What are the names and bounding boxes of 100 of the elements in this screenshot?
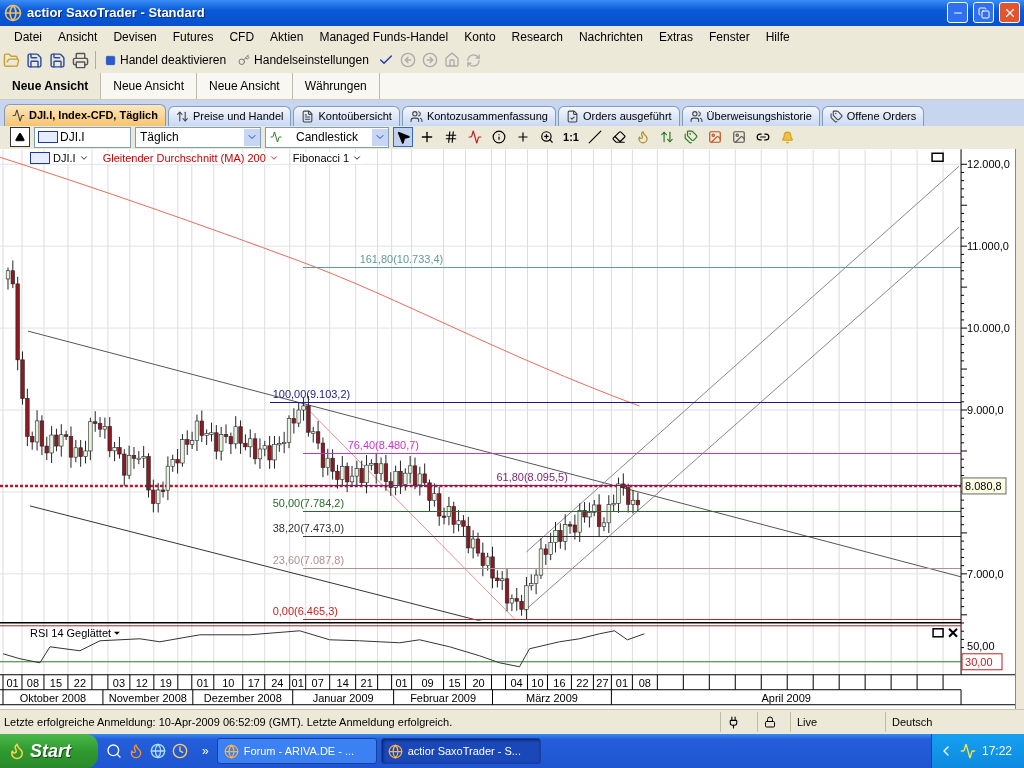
wave-icon [12, 108, 25, 122]
date-label: 16 [553, 677, 566, 690]
pointer-tool[interactable] [393, 127, 413, 148]
axis-label: 9.000,0 [967, 404, 1004, 417]
date-label: 01 [6, 677, 19, 690]
menu-item[interactable]: Research [503, 29, 571, 44]
start-button[interactable]: Start [0, 734, 98, 768]
close-icon[interactable] [948, 628, 959, 639]
tray-icon[interactable] [959, 743, 976, 759]
text-input[interactable]: DJI.I [60, 130, 120, 145]
search-icon[interactable] [106, 743, 122, 759]
view-tab[interactable]: Währungen [292, 73, 380, 99]
restore-icon [977, 6, 990, 19]
connection-status: Live [797, 716, 818, 729]
globe-icon[interactable] [150, 743, 166, 759]
axis-label: 7.000,0 [967, 568, 1004, 581]
menu-item[interactable]: Fenster [700, 29, 758, 44]
menu-item[interactable]: Devisen [105, 29, 165, 44]
date-label: 15 [49, 677, 63, 690]
toolbar-button[interactable]: Handel deaktivieren [102, 53, 230, 68]
menu-item[interactable]: CFD [221, 29, 263, 44]
menu-item[interactable]: Nachrichten [570, 29, 651, 44]
document-tab[interactable]: Kontozusammenfassung [401, 105, 556, 126]
triangle-icon [15, 132, 25, 143]
flame-icon [636, 130, 650, 145]
date-label: 19 [159, 677, 172, 690]
window-title: actior SaxoTrader - Standard [27, 5, 206, 21]
date-label: 01 [395, 677, 408, 690]
zoom-icon [540, 130, 554, 145]
bell-icon [780, 130, 794, 144]
date-label: 22 [73, 677, 86, 690]
fibonacci-label: 38,20(7.473,0) [272, 522, 345, 535]
axis-label: 50,00 [967, 640, 995, 653]
save-icon[interactable] [49, 51, 66, 69]
square-icon [105, 54, 116, 66]
minimize-button[interactable] [947, 2, 968, 24]
flame-icon[interactable] [128, 743, 144, 759]
menu-item[interactable]: Konto [456, 29, 504, 44]
document-tab[interactable]: DJI.I, Index-CFD, Täglich [4, 103, 166, 126]
date-label: 24 [271, 677, 284, 690]
fibonacci-label: 61,80(8.095,5) [496, 471, 568, 484]
threshold-label: 30,00 [961, 653, 1003, 671]
clock-icon[interactable] [172, 743, 188, 759]
date-label: 07 [311, 677, 324, 690]
menu-item[interactable]: Hilfe [757, 29, 798, 44]
maximize-icon[interactable] [932, 628, 944, 638]
close-button[interactable] [999, 2, 1020, 24]
date-label: 09 [421, 677, 434, 690]
taskbar-button[interactable]: actior SaxoTrader - S... [380, 738, 541, 764]
month-label: Oktober 2008 [19, 692, 87, 704]
legend-item[interactable]: Gleitender Durchschnitt (MA) 200 [100, 152, 281, 165]
document-tab[interactable]: Offene Orders [821, 105, 925, 126]
taskbar-button[interactable]: Forum - ARIVA.DE - ... [216, 738, 377, 764]
instrument-field[interactable]: DJI.I [34, 126, 131, 148]
axis-label: 12.000,0 [967, 158, 1010, 171]
save-icon[interactable] [26, 51, 43, 69]
menu-item[interactable]: Ansicht [50, 29, 106, 44]
document-tab[interactable]: Preise und Handel [167, 105, 292, 126]
indicator-label[interactable]: RSI 14 Geglättet [29, 627, 112, 640]
document-tab[interactable]: Orders ausgeführt [557, 105, 680, 126]
month-label: Februar 2009 [410, 692, 476, 704]
date-label: 22 [576, 677, 589, 690]
view-tab[interactable]: Neue Ansicht [101, 73, 197, 99]
collapse-button[interactable] [10, 127, 30, 148]
fibonacci-label: 100,00(9.103,2) [272, 388, 351, 401]
date-label: 10 [222, 677, 235, 690]
menu-item[interactable]: Extras [650, 29, 701, 44]
chart-type-select[interactable]: Candlestick [265, 126, 389, 148]
plug-icon [727, 715, 740, 729]
lock-icon [764, 716, 776, 729]
legend-item[interactable]: Fibonacci 1 [290, 152, 365, 165]
printer-icon[interactable] [72, 51, 89, 69]
scale-button[interactable]: 1:1 [561, 127, 581, 148]
month-label: April 2009 [761, 692, 811, 704]
menu-item[interactable]: Aktien [262, 29, 312, 44]
document-tab[interactable]: Kontoübersicht [293, 105, 400, 126]
cfd-icon [30, 152, 50, 165]
status-message: Letzte erfolgreiche Anmeldung: 10-Apr-2009 06:52:09 (GMT). Letzte Anmeldung erfolgreich. [3, 716, 454, 729]
month-label: Dezember 2008 [203, 692, 282, 704]
maximize-icon[interactable] [931, 152, 944, 163]
globe-icon [223, 743, 239, 759]
toolbar-button[interactable]: Handelseinstellungen [235, 53, 372, 68]
restore-button[interactable] [973, 2, 994, 24]
more-button[interactable]: » [196, 744, 217, 758]
menu-item[interactable]: Datei [6, 29, 50, 44]
view-tab[interactable]: Neue Ansicht [196, 73, 293, 99]
menu-item[interactable]: Futures [164, 29, 222, 44]
tags-icon [829, 109, 843, 123]
date-label: 21 [360, 677, 373, 690]
legend-item[interactable]: DJI.I [28, 152, 91, 165]
month-label: Januar 2009 [312, 692, 374, 704]
document-icon [301, 109, 315, 123]
period-select[interactable]: Täglich [135, 126, 261, 148]
menu-item[interactable]: Managed Funds-Handel [311, 29, 457, 44]
date-label: 04 [510, 677, 523, 690]
document-tab[interactable]: Überweisungshistorie [681, 105, 820, 126]
view-tab[interactable]: Neue Ansicht [0, 73, 102, 99]
arrows-icon [660, 130, 674, 145]
fibonacci-label: 23,60(7.087,8) [272, 554, 345, 567]
caret-icon[interactable] [113, 632, 120, 636]
